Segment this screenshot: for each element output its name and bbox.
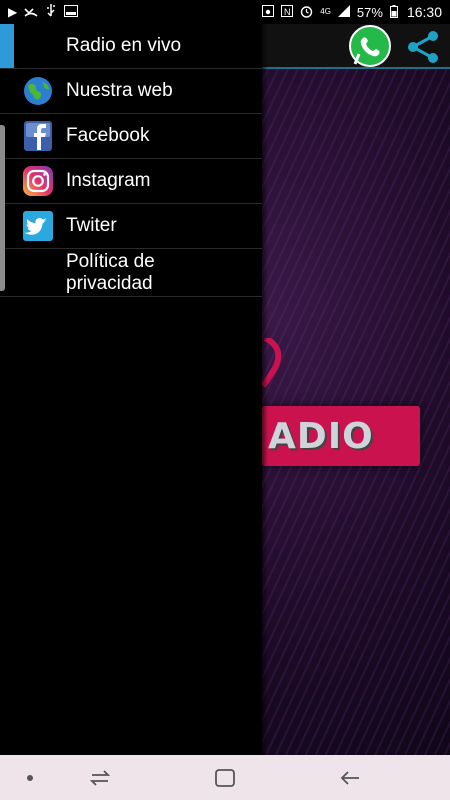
nav-dot-button[interactable] (0, 755, 60, 800)
recents-button[interactable] (70, 755, 130, 800)
image-icon (64, 5, 79, 19)
status-left: ▶ (8, 4, 79, 20)
menu-item-label: Política de privacidad (66, 251, 155, 294)
home-button[interactable] (195, 755, 255, 800)
menu-item-label: Nuestra web (66, 80, 173, 101)
system-nav-bar (0, 755, 450, 800)
signal-icon (337, 5, 350, 19)
menu-item-label: Twiter (66, 215, 117, 236)
share-icon (408, 31, 438, 63)
status-right: N 4G 57% 16:30 (262, 4, 442, 20)
alarm-icon (300, 5, 313, 20)
menu-item-label: Radio en vivo (66, 35, 182, 56)
radio-logo-banner: ADIO (262, 406, 420, 466)
drawer-shadow (262, 24, 268, 755)
instagram-icon (22, 165, 54, 197)
active-indicator (0, 24, 14, 68)
globe-icon (22, 75, 54, 107)
battery-percent: 57% (356, 4, 383, 20)
nfc-icon: N (281, 5, 294, 19)
usb-icon (45, 4, 57, 20)
menu-item-nuestra-web[interactable]: Nuestra web (0, 69, 262, 114)
menu-item-label: Instagram (66, 170, 151, 191)
menu-item-facebook[interactable]: Facebook (0, 114, 262, 159)
whatsapp-icon (349, 25, 391, 67)
missed-call-icon (24, 5, 38, 19)
menu-item-label: Facebook (66, 125, 150, 146)
twitter-icon (22, 210, 54, 242)
edge-panel-handle[interactable] (0, 125, 5, 291)
menu-item-instagram[interactable]: Instagram (0, 159, 262, 204)
play-icon: ▶ (8, 5, 18, 19)
saved-icon (262, 5, 275, 19)
recents-icon (89, 769, 111, 786)
back-button[interactable] (320, 755, 380, 800)
back-icon (340, 770, 359, 785)
facebook-icon (22, 120, 54, 152)
navigation-drawer: Radio en vivo Nuestra web Facebook Insta… (0, 24, 262, 755)
menu-item-radio-en-vivo[interactable]: Radio en vivo (0, 24, 262, 69)
status-bar: ▶ N 4G 57% 16:30 (0, 0, 450, 24)
whatsapp-button[interactable] (345, 24, 395, 70)
svg-text:N: N (284, 7, 291, 17)
logo-text: ADIO (268, 415, 374, 457)
menu-item-privacy-policy[interactable]: Política de privacidad (0, 249, 262, 297)
clock: 16:30 (406, 4, 442, 20)
share-button[interactable] (402, 26, 444, 68)
battery-icon (389, 4, 398, 20)
dot-icon (27, 774, 33, 781)
home-icon (215, 768, 235, 787)
4g-icon: 4G (320, 7, 331, 16)
menu-item-twitter[interactable]: Twiter (0, 204, 262, 249)
